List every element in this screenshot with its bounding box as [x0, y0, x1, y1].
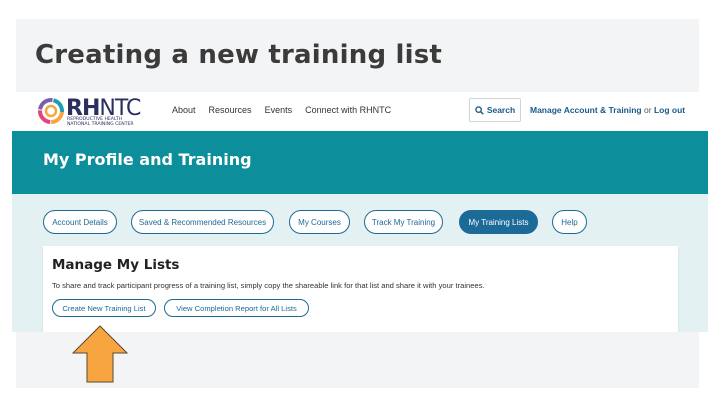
tab-track-my-training[interactable]: Track My Training [364, 210, 443, 234]
rhntc-logo[interactable]: RHNTC REPRODUCTIVE HEALTH NATIONAL TRAIN… [36, 96, 156, 128]
or-text: or [644, 105, 652, 115]
tab-help[interactable]: Help [552, 210, 587, 234]
tab-saved-recommended[interactable]: Saved & Recommended Resources [131, 210, 274, 234]
nav-connect[interactable]: Connect with RHNTC [305, 105, 391, 115]
website-screenshot: RHNTC REPRODUCTIVE HEALTH NATIONAL TRAIN… [12, 92, 708, 332]
create-training-list-button[interactable]: Create New Training List [52, 299, 156, 317]
slide-title: Creating a new training list [35, 40, 443, 70]
profile-banner: My Profile and Training [12, 131, 708, 194]
manage-lists-card: Manage My Lists To share and track parti… [43, 246, 678, 332]
tab-my-training-lists[interactable]: My Training Lists [459, 210, 538, 234]
manage-lists-heading: Manage My Lists [52, 257, 180, 273]
manage-lists-description: To share and track participant progress … [52, 281, 485, 290]
banner-title: My Profile and Training [43, 150, 252, 169]
main-nav: About Resources Events Connect with RHNT… [172, 105, 391, 115]
tab-my-courses[interactable]: My Courses [289, 210, 350, 234]
nav-resources[interactable]: Resources [209, 105, 252, 115]
search-icon [475, 105, 484, 115]
logo-swirl-icon [38, 98, 64, 124]
nav-about[interactable]: About [172, 105, 196, 115]
search-button[interactable]: Search [469, 98, 521, 122]
tabs-area: Account Details Saved & Recommended Reso… [12, 194, 708, 332]
search-label: Search [486, 105, 516, 115]
logout-link[interactable]: Log out [654, 105, 685, 115]
view-completion-report-button[interactable]: View Completion Report for All Lists [164, 299, 309, 317]
logo-subtitle: REPRODUCTIVE HEALTH NATIONAL TRAINING CE… [67, 117, 134, 127]
account-links: Manage Account & Training or Log out [530, 105, 685, 115]
nav-events[interactable]: Events [265, 105, 293, 115]
tab-account-details[interactable]: Account Details [43, 210, 117, 234]
top-navigation: RHNTC REPRODUCTIVE HEALTH NATIONAL TRAIN… [12, 92, 708, 130]
manage-account-link[interactable]: Manage Account & Training [530, 105, 642, 115]
up-arrow-icon [71, 325, 129, 383]
